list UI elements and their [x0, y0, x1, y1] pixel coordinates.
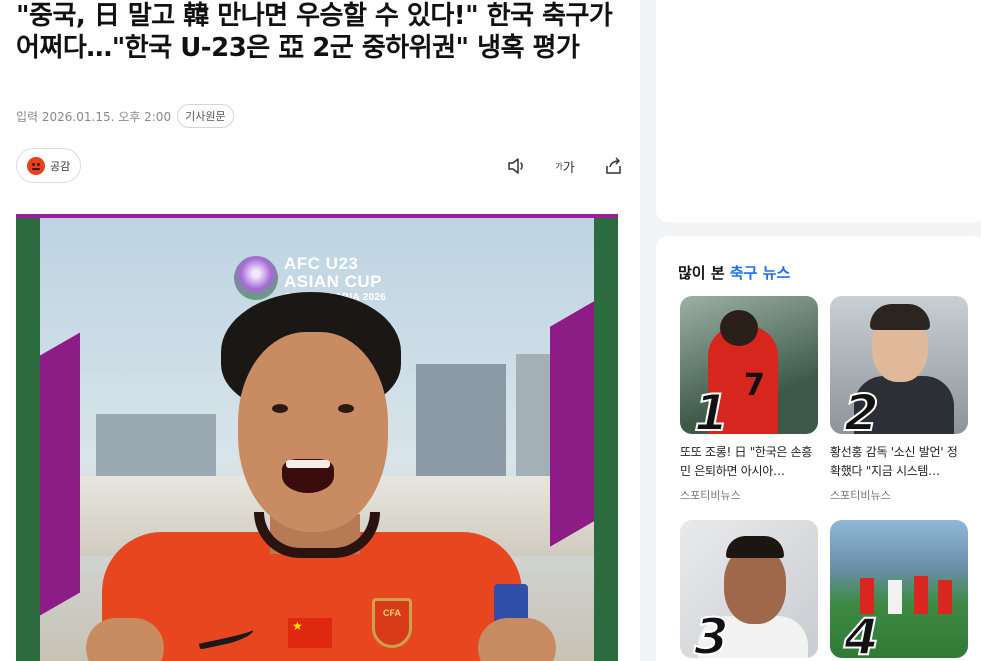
background-building — [416, 364, 506, 494]
sidebar-ad-slot — [656, 0, 981, 222]
flag-star-icon: ★ — [292, 619, 303, 633]
ranked-news-card[interactable]: 3 — [680, 520, 818, 658]
logo-line-2: ASIAN CUP — [284, 272, 383, 291]
player-eye — [338, 404, 354, 413]
ranked-news-card[interactable]: 7 1 또또 조롱! 日 "한국은 손흥민 은퇴하면 아시아… 스포티비뉴스 — [680, 296, 818, 503]
article-hero-image[interactable]: AFC U23 ASIAN CUP SAUDI ARABIA 2026 ★ CF… — [16, 214, 618, 661]
logo-line-1: AFC U23 — [284, 254, 359, 273]
news-thumbnail[interactable]: 7 1 — [680, 296, 818, 434]
angry-face-icon — [27, 156, 45, 175]
thumb-player — [938, 580, 952, 614]
player-fist-left — [86, 618, 164, 661]
news-thumbnail[interactable]: 3 — [680, 520, 818, 658]
purple-stripe — [550, 301, 594, 547]
hero-top-bar — [16, 214, 618, 218]
most-viewed-panel: 많이 본 축구 뉴스 7 1 또또 조롱! 日 "한국은 손흥민 은퇴하면 아시… — [656, 236, 981, 661]
player-teeth — [286, 460, 330, 468]
speaker-icon[interactable] — [506, 155, 528, 177]
news-title[interactable]: 또또 조롱! 日 "한국은 손흥민 은퇴하면 아시아… — [680, 443, 818, 481]
cfa-crest — [372, 598, 412, 648]
font-large-glyph: 가 — [562, 160, 575, 176]
news-thumbnail[interactable]: 4 — [830, 520, 968, 658]
thumb-hair — [870, 304, 930, 330]
font-small-glyph: 가 — [555, 161, 563, 171]
player-eye — [272, 404, 288, 413]
font-size-button[interactable]: 가가 — [554, 155, 576, 177]
right-sidebar: 많이 본 축구 뉴스 7 1 또또 조롱! 日 "한국은 손흥민 은퇴하면 아시… — [640, 0, 981, 661]
most-viewed-title: 많이 본 축구 뉴스 — [678, 262, 790, 283]
thumb-hair — [726, 536, 784, 558]
thumb-head — [720, 310, 758, 346]
original-article-button[interactable]: 기사원문 — [177, 104, 234, 128]
title-accent[interactable]: 축구 뉴스 — [730, 264, 790, 282]
thumb-number: 7 — [744, 368, 765, 403]
share-icon[interactable] — [602, 155, 624, 177]
article-main: "중국, 日 말고 韓 만나면 우승할 수 있다!" 한국 축구가 어쩌다…"한… — [0, 0, 640, 661]
rank-number: 3 — [693, 608, 730, 658]
rank-number: 2 — [843, 384, 880, 434]
frame-right — [594, 214, 618, 661]
news-title[interactable]: 황선홍 감독 '소신 발언' 정확했다 "지금 시스템… — [830, 443, 968, 481]
player-face — [238, 332, 388, 532]
rank-number: 4 — [843, 608, 880, 658]
frame-left — [16, 214, 40, 661]
ranked-news-card[interactable]: 4 — [830, 520, 968, 658]
player-fist-right — [478, 618, 556, 661]
thumb-player — [888, 580, 902, 614]
thumb-player — [914, 576, 928, 614]
news-thumbnail[interactable]: 2 — [830, 296, 968, 434]
purple-stripe — [40, 332, 80, 616]
article-headline: "중국, 日 말고 韓 만나면 우승할 수 있다!" 한국 축구가 어쩌다…"한… — [16, 1, 613, 63]
reaction-label: 공감 — [50, 159, 71, 173]
article-meta: 입력 2026.01.15. 오후 2:00 기사원문 — [16, 104, 234, 128]
trophy-icon — [234, 256, 278, 300]
article-toolbar: 가가 — [506, 155, 624, 177]
news-source: 스포티비뉴스 — [680, 489, 741, 502]
news-source: 스포티비뉴스 — [830, 489, 891, 502]
title-prefix: 많이 본 — [678, 264, 725, 282]
published-date: 입력 2026.01.15. 오후 2:00 — [16, 109, 172, 124]
ranked-news-card[interactable]: 2 황선홍 감독 '소신 발언' 정확했다 "지금 시스템… 스포티비뉴스 — [830, 296, 968, 503]
rank-number: 1 — [693, 384, 730, 434]
reaction-button[interactable]: 공감 — [16, 148, 82, 183]
cfa-crest-text: CFA — [383, 608, 401, 618]
